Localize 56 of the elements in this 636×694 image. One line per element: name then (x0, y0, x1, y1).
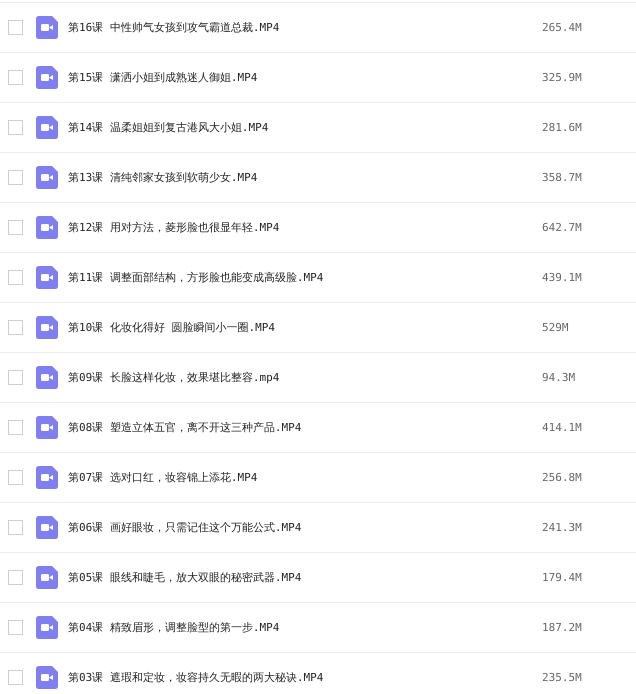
checkbox[interactable] (8, 220, 23, 235)
file-name[interactable]: 第13课 清纯邻家女孩到软萌少女.MP4 (68, 170, 538, 185)
video-file-icon (36, 366, 58, 389)
file-size: 265.4M (542, 21, 582, 34)
file-size: 414.1M (542, 421, 582, 434)
file-size: 241.3M (542, 521, 582, 534)
video-file-icon (36, 466, 58, 489)
video-file-icon (36, 616, 58, 639)
file-name[interactable]: 第04课 精致眉形，调整脸型的第一步.MP4 (68, 620, 538, 635)
file-name[interactable]: 第11课 调整面部结构，方形脸也能变成高级脸.MP4 (68, 270, 538, 285)
file-name[interactable]: 第15课 潇洒小姐到成熟迷人御姐.MP4 (68, 70, 538, 85)
file-size: 358.7M (542, 171, 582, 184)
file-size: 439.1M (542, 271, 582, 284)
video-file-icon (36, 416, 58, 439)
checkbox[interactable] (8, 370, 23, 385)
file-name[interactable]: 第08课 塑造立体五官，离不开这三种产品.MP4 (68, 420, 538, 435)
video-file-icon (36, 516, 58, 539)
checkbox[interactable] (8, 520, 23, 535)
checkbox[interactable] (8, 320, 23, 335)
checkbox[interactable] (8, 20, 23, 35)
file-size: 179.4M (542, 571, 582, 584)
video-file-icon (36, 16, 58, 39)
file-name[interactable]: 第10课 化妆化得好 圆脸瞬间小一圈.MP4 (68, 320, 538, 335)
file-name[interactable]: 第03课 遮瑕和定妆，妆容持久无暇的两大秘诀.MP4 (68, 670, 538, 685)
checkbox[interactable] (8, 470, 23, 485)
file-size: 281.6M (542, 121, 582, 134)
checkbox[interactable] (8, 420, 23, 435)
checkbox[interactable] (8, 170, 23, 185)
file-size: 256.8M (542, 471, 582, 484)
checkbox[interactable] (8, 120, 23, 135)
video-file-icon (36, 666, 58, 689)
video-file-icon (36, 266, 58, 289)
file-name[interactable]: 第14课 温柔姐姐到复古港风大小姐.MP4 (68, 120, 538, 135)
file-name[interactable]: 第12课 用对方法，菱形脸也很显年轻.MP4 (68, 220, 538, 235)
file-size: 642.7M (542, 221, 582, 234)
video-file-icon (36, 116, 58, 139)
file-name[interactable]: 第07课 选对口红，妆容锦上添花.MP4 (68, 470, 538, 485)
file-size: 235.5M (542, 671, 582, 684)
file-name[interactable]: 第16课 中性帅气女孩到攻气霸道总裁.MP4 (68, 20, 538, 35)
video-file-icon (36, 66, 58, 89)
file-name[interactable]: 第09课 长脸这样化妆，效果堪比整容.mp4 (68, 370, 538, 385)
file-name[interactable]: 第06课 画好眼妆，只需记住这个万能公式.MP4 (68, 520, 538, 535)
video-file-icon (36, 216, 58, 239)
checkbox[interactable] (8, 70, 23, 85)
file-name[interactable]: 第05课 眼线和睫毛，放大双眼的秘密武器.MP4 (68, 570, 538, 585)
video-file-icon (36, 566, 58, 589)
file-size: 94.3M (542, 371, 576, 384)
video-file-icon (36, 166, 58, 189)
checkbox[interactable] (8, 620, 23, 635)
video-file-icon (36, 316, 58, 339)
checkbox[interactable] (8, 670, 23, 685)
checkbox[interactable] (8, 570, 23, 585)
checkbox[interactable] (8, 270, 23, 285)
file-size: 529M (542, 321, 568, 334)
file-size: 325.9M (542, 71, 582, 84)
file-size: 187.2M (542, 621, 582, 634)
